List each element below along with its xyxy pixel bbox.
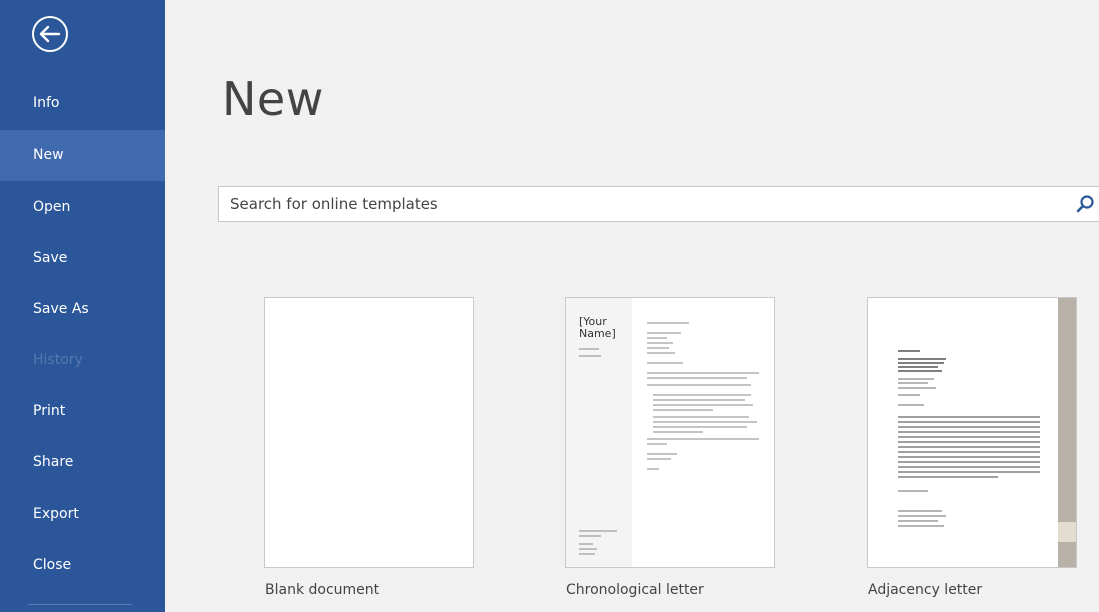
nav-item-share[interactable]: Share — [0, 437, 165, 488]
page-title: New — [222, 72, 324, 126]
template-adjacency-letter[interactable] — [867, 297, 1077, 568]
blank-page-thumbnail — [265, 298, 473, 567]
nav-item-info[interactable]: Info — [0, 78, 165, 129]
sidebar-divider — [28, 604, 132, 605]
nav-item-print[interactable]: Print — [0, 386, 165, 437]
nav-item-history: History — [33, 352, 83, 368]
nav-item-new[interactable]: New — [0, 130, 165, 181]
nav-item-open[interactable]: Open — [0, 182, 165, 233]
template-blank-document[interactable] — [264, 297, 474, 568]
template-chronological-letter[interactable]: [Your Name] — [565, 297, 775, 568]
nav-item-export[interactable]: Export — [0, 489, 165, 540]
template-label-blank-document[interactable]: Blank document — [265, 582, 379, 598]
back-button[interactable] — [30, 14, 70, 54]
nav-item-save-as[interactable]: Save As — [0, 284, 165, 335]
back-arrow-icon — [32, 16, 68, 52]
template-label-chronological-letter[interactable]: Chronological letter — [566, 582, 704, 598]
nav-item-close[interactable]: Close — [0, 540, 165, 591]
search-input[interactable] — [219, 187, 1059, 221]
nav-item-save[interactable]: Save — [0, 233, 165, 284]
adjacency-letter-thumbnail — [868, 298, 1076, 567]
chronological-letter-thumbnail: [Your Name] — [566, 298, 774, 567]
search-icon[interactable] — [1075, 193, 1097, 215]
backstage-sidebar: Info New Open Save Save As History Print… — [0, 0, 165, 612]
template-label-adjacency-letter[interactable]: Adjacency letter — [868, 582, 982, 598]
template-search-box — [218, 186, 1099, 222]
